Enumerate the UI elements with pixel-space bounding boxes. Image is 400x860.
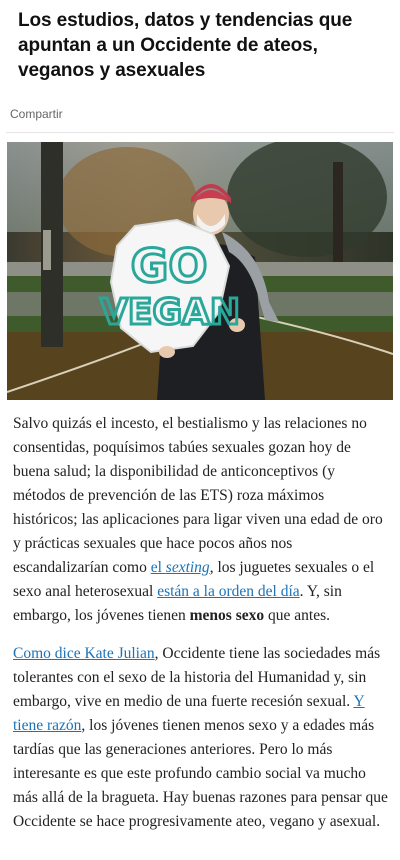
- share-button[interactable]: Compartir: [10, 107, 63, 121]
- paragraph-1: Salvo quizás el incesto, el bestialismo …: [13, 412, 391, 628]
- link-text-italic: sexting: [165, 559, 210, 576]
- bold-text: menos sexo: [189, 607, 265, 624]
- paragraph-2: Como dice Kate Julian, Occidente tiene l…: [13, 642, 391, 834]
- article-image: GO VEGAN: [7, 142, 393, 400]
- link-kate-julian[interactable]: Como dice Kate Julian: [13, 645, 155, 662]
- article-title: Los estudios, datos y tendencias que apu…: [18, 10, 353, 81]
- article-body: Salvo quizás el incesto, el bestialismo …: [13, 412, 391, 848]
- divider: [6, 132, 394, 133]
- paragraph-text: que antes.: [264, 607, 330, 624]
- sign-text-go: GO: [131, 239, 208, 293]
- paragraph-text: Salvo quizás el incesto, el bestialismo …: [13, 415, 383, 576]
- link-orden-del-dia[interactable]: están a la orden del día: [157, 583, 299, 600]
- link-text: el: [150, 559, 166, 576]
- sign-text-vegan: VEGAN: [100, 292, 240, 333]
- link-sexting[interactable]: el sexting: [151, 559, 210, 576]
